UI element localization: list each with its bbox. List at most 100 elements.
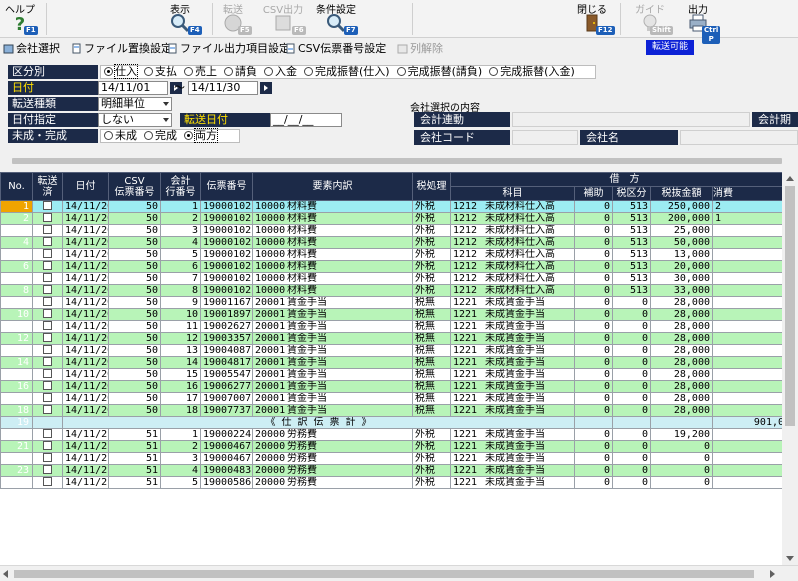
status-radio-0[interactable]: 未成 bbox=[104, 130, 137, 142]
table-row[interactable]: 24 14/11/21 51 5 19000586 20000 労務費 外税 1221 未成賃金手… bbox=[0, 476, 782, 489]
cell-transferred[interactable] bbox=[32, 236, 63, 249]
output-button[interactable]: 出力 Ctrl P bbox=[676, 0, 721, 44]
help-button[interactable]: ヘルプ ? F1 bbox=[2, 0, 38, 38]
transfer-type-select[interactable]: 明細単位 bbox=[98, 97, 172, 111]
cell-transferred[interactable] bbox=[32, 392, 63, 405]
close-button[interactable]: 閉じる F12 bbox=[570, 0, 615, 38]
category-radio-6[interactable]: 完成振替(請負) bbox=[396, 66, 482, 78]
table-row[interactable]: 5 14/11/20 50 5 19000102 10000 材料費 外税 1212 未成材料仕入… bbox=[0, 248, 782, 261]
table-row[interactable]: 23 14/11/21 51 4 19000483 20000 労務費 外税 1221 未成賃金手… bbox=[0, 464, 782, 477]
table-row[interactable]: 14 14/11/20 50 14 19004817 20001 賃金手当 税無 1221 未成賃… bbox=[0, 356, 782, 369]
grid-horizontal-scrollbar[interactable] bbox=[0, 565, 798, 581]
status-radio-1[interactable]: 完成 bbox=[144, 130, 177, 142]
transferred-checkbox[interactable] bbox=[43, 345, 52, 354]
filter-horizontal-scrollbar[interactable] bbox=[0, 156, 798, 166]
category-radio-4[interactable]: 入金 bbox=[264, 66, 297, 78]
scroll-thumb[interactable] bbox=[12, 158, 782, 164]
date-spec-select[interactable]: しない bbox=[98, 113, 172, 127]
cell-transferred[interactable] bbox=[32, 404, 63, 417]
table-row[interactable]: 7 14/11/20 50 7 19000102 10000 材料費 外税 1212 未成材料仕入… bbox=[0, 272, 782, 285]
transferred-checkbox[interactable] bbox=[43, 453, 52, 462]
scroll-right-icon[interactable] bbox=[770, 570, 775, 578]
transferred-checkbox[interactable] bbox=[43, 333, 52, 342]
transferred-checkbox[interactable] bbox=[43, 369, 52, 378]
cell-transferred[interactable] bbox=[32, 464, 63, 477]
scroll-up-icon[interactable] bbox=[786, 176, 794, 181]
cell-transferred[interactable] bbox=[32, 200, 63, 213]
category-radio-1[interactable]: 支払 bbox=[144, 66, 177, 78]
status-radio-2[interactable]: 両方 bbox=[184, 128, 218, 143]
file-output-items-button[interactable]: ファイル出力項目設定 bbox=[166, 40, 290, 57]
transfer-date-input[interactable]: __/__/__ bbox=[270, 113, 342, 127]
transferred-checkbox[interactable] bbox=[43, 213, 52, 222]
csv-slip-number-button[interactable]: CSV伝票番号設定 bbox=[284, 40, 386, 57]
cell-transferred[interactable] bbox=[32, 368, 63, 381]
transferred-checkbox[interactable] bbox=[43, 285, 52, 294]
cell-transferred[interactable] bbox=[32, 440, 63, 453]
guide-button[interactable]: ガイド Shift bbox=[630, 0, 673, 38]
cell-transferred[interactable] bbox=[32, 344, 63, 357]
table-row[interactable]: 1 14/11/20 50 1 19000102 10000 材料費 外税 1212 未成材料仕入… bbox=[0, 200, 782, 213]
cell-transferred[interactable] bbox=[32, 452, 63, 465]
company-select-button[interactable]: 会社選択 bbox=[2, 40, 60, 57]
transferred-checkbox[interactable] bbox=[43, 321, 52, 330]
transferred-checkbox[interactable] bbox=[43, 273, 52, 282]
cell-transferred[interactable] bbox=[32, 476, 63, 489]
table-row[interactable]: 19《 仕 訳 伝 票 計 》901,0004 bbox=[0, 416, 782, 429]
table-row[interactable]: 2 14/11/20 50 2 19000102 10000 材料費 外税 1212 未成材料仕入… bbox=[0, 212, 782, 225]
transferred-checkbox[interactable] bbox=[43, 465, 52, 474]
table-row[interactable]: 3 14/11/20 50 3 19000102 10000 材料費 外税 1212 未成材料仕入… bbox=[0, 224, 782, 237]
transferred-checkbox[interactable] bbox=[43, 261, 52, 270]
grid-vertical-scrollbar[interactable] bbox=[782, 172, 798, 565]
table-row[interactable]: 17 14/11/20 50 17 19007007 20001 賃金手当 税無 1221 未成賃… bbox=[0, 392, 782, 405]
category-radio-7[interactable]: 完成振替(入金) bbox=[489, 66, 575, 78]
display-button[interactable]: 表示 F4 bbox=[160, 0, 202, 38]
table-row[interactable]: 16 14/11/20 50 16 19006277 20001 賃金手当 税無 1221 未成賃… bbox=[0, 380, 782, 393]
cell-transferred[interactable] bbox=[32, 260, 63, 273]
transferred-checkbox[interactable] bbox=[43, 237, 52, 246]
table-row[interactable]: 12 14/11/20 50 12 19003357 20001 賃金手当 税無 1221 未成賃… bbox=[0, 332, 782, 345]
cell-transferred[interactable] bbox=[32, 212, 63, 225]
transferred-checkbox[interactable] bbox=[43, 357, 52, 366]
cell-transferred[interactable] bbox=[32, 272, 63, 285]
table-row[interactable]: 20 14/11/21 51 1 19000224 20000 労務費 外税 1221 未成賃金手… bbox=[0, 428, 782, 441]
table-row[interactable]: 10 14/11/20 50 10 19001897 20001 賃金手当 税無 1221 未成賃… bbox=[0, 308, 782, 321]
category-radio-0[interactable]: 仕入 bbox=[104, 64, 138, 79]
table-row[interactable]: 22 14/11/21 51 3 19000467 20000 労務費 外税 1221 未成賃金手… bbox=[0, 452, 782, 465]
transferred-checkbox[interactable] bbox=[43, 393, 52, 402]
transferred-checkbox[interactable] bbox=[43, 225, 52, 234]
cell-transferred[interactable] bbox=[32, 428, 63, 441]
scroll-thumb[interactable] bbox=[785, 186, 795, 426]
cell-transferred[interactable] bbox=[32, 224, 63, 237]
cell-transferred[interactable] bbox=[32, 332, 63, 345]
transferred-checkbox[interactable] bbox=[43, 477, 52, 486]
table-row[interactable]: 4 14/11/20 50 4 19000102 10000 材料費 外税 1212 未成材料仕入… bbox=[0, 236, 782, 249]
transferred-checkbox[interactable] bbox=[43, 249, 52, 258]
cell-transferred[interactable] bbox=[32, 308, 63, 321]
table-row[interactable]: 11 14/11/20 50 11 19002627 20001 賃金手当 税無 1221 未成賃… bbox=[0, 320, 782, 333]
transferred-checkbox[interactable] bbox=[43, 441, 52, 450]
csv-output-button[interactable]: CSV出力 F6 bbox=[262, 0, 306, 38]
column-cancel-button[interactable]: 列解除 bbox=[396, 40, 443, 57]
conditions-button[interactable]: 条件設定 F7 bbox=[314, 0, 358, 38]
transferred-checkbox[interactable] bbox=[43, 429, 52, 438]
category-radio-3[interactable]: 請負 bbox=[224, 66, 257, 78]
table-row[interactable]: 9 14/11/20 50 9 19001167 20001 賃金手当 税無 1221 未成賃金手… bbox=[0, 296, 782, 309]
date-from-input[interactable]: 14/11/01 bbox=[98, 81, 168, 95]
transferred-checkbox[interactable] bbox=[43, 309, 52, 318]
transferred-checkbox[interactable] bbox=[43, 381, 52, 390]
date-to-calendar-button[interactable] bbox=[260, 82, 272, 94]
table-row[interactable]: 6 14/11/20 50 6 19000102 10000 材料費 外税 1212 未成材料仕入… bbox=[0, 260, 782, 273]
transferred-checkbox[interactable] bbox=[43, 405, 52, 414]
scroll-left-icon[interactable] bbox=[3, 570, 8, 578]
table-row[interactable]: 21 14/11/21 51 2 19000467 20000 労務費 外税 1221 未成賃金手… bbox=[0, 440, 782, 453]
cell-transferred[interactable] bbox=[32, 248, 63, 261]
scroll-down-icon[interactable] bbox=[786, 556, 794, 561]
cell-transferred[interactable] bbox=[32, 356, 63, 369]
cell-transferred[interactable] bbox=[32, 284, 63, 297]
category-radio-2[interactable]: 売上 bbox=[184, 66, 217, 78]
table-row[interactable]: 13 14/11/20 50 13 19004087 20001 賃金手当 税無 1221 未成賃… bbox=[0, 344, 782, 357]
file-replace-button[interactable]: ファイル置換設定 bbox=[70, 40, 172, 57]
table-row[interactable]: 15 14/11/20 50 15 19005547 20001 賃金手当 税無 1221 未成賃… bbox=[0, 368, 782, 381]
category-radio-5[interactable]: 完成振替(仕入) bbox=[304, 66, 390, 78]
